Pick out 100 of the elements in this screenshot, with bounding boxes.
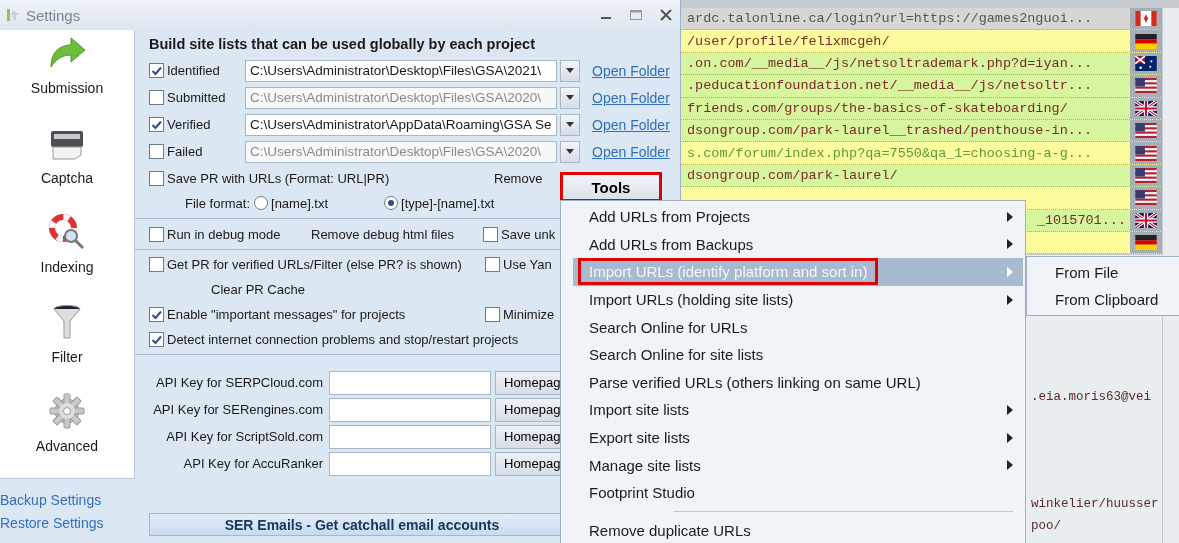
open-folder-link[interactable]: Open Folder bbox=[592, 62, 670, 79]
checkbox-label: Save PR with URLs (Format: URL|PR) bbox=[167, 171, 390, 186]
file-format-label: File format: bbox=[185, 195, 250, 211]
app-icon bbox=[6, 7, 22, 23]
url-row[interactable]: dsongroup.com/park-laurel__trashed/penthouse-in... bbox=[681, 119, 1162, 143]
caret-icon bbox=[566, 122, 574, 127]
api-key-label: API Key for SERPCloud.com bbox=[155, 375, 324, 390]
open-folder-link[interactable]: Open Folder bbox=[592, 116, 670, 133]
caret-icon bbox=[566, 68, 574, 73]
sidebar-item[interactable]: Advanced bbox=[35, 438, 99, 455]
api-key-field[interactable] bbox=[329, 451, 491, 476]
tools-button[interactable]: Tools bbox=[560, 172, 662, 202]
settings-link[interactable]: Backup Settings bbox=[0, 489, 135, 512]
radio-button[interactable] bbox=[384, 196, 399, 210]
homepage-button[interactable]: Homepag bbox=[495, 397, 563, 422]
canada-flag-icon bbox=[1135, 11, 1157, 27]
url-text: ardc.talonline.ca/login?url=https://games2nguoi... bbox=[686, 11, 1094, 27]
homepage-button[interactable]: Homepag bbox=[495, 451, 563, 476]
path-field[interactable]: C:\Users\Administrator\Desktop\Files\GSA\2021\ bbox=[245, 59, 557, 82]
settings-link[interactable]: Restore Settings bbox=[0, 512, 135, 535]
uk-flag-icon bbox=[1135, 212, 1157, 228]
menu-item[interactable]: Add URLs from Projects bbox=[573, 203, 1023, 231]
api-key-field[interactable] bbox=[329, 424, 491, 449]
checkbox-label: Get PR for verified URLs/Filter (else PR? is shown) bbox=[167, 256, 462, 272]
path-field[interactable]: C:\Users\Administrator\AppData\Roaming\GSA Se bbox=[245, 113, 557, 136]
dropdown-button[interactable] bbox=[560, 113, 580, 136]
lifebuoy-magnifier-icon bbox=[47, 213, 87, 252]
usa-flag-icon bbox=[1135, 78, 1157, 94]
checkbox[interactable] bbox=[149, 226, 164, 242]
remove-label: Remove bbox=[494, 171, 543, 186]
api-key-label: API Key for SERengines.com bbox=[152, 402, 324, 417]
gear-icon bbox=[47, 392, 87, 431]
germany-flag-icon bbox=[1135, 33, 1157, 49]
url-text: friends.com/groups/the-basics-of-skateboarding/ bbox=[686, 100, 1069, 116]
checkbox-label: Submitted bbox=[167, 90, 226, 105]
checkbox-label: Use Yan bbox=[503, 256, 552, 272]
homepage-button[interactable]: Homepag bbox=[495, 370, 563, 395]
menu-item[interactable]: Add URLs from Backups bbox=[573, 230, 1023, 259]
sidebar-item[interactable]: Filter bbox=[51, 348, 83, 365]
scrollbar[interactable] bbox=[1162, 8, 1179, 255]
sidebar-item[interactable]: Indexing bbox=[40, 259, 94, 276]
sidebar-item[interactable]: Captcha bbox=[40, 169, 94, 186]
url-row[interactable]: dsongroup.com/park-laurel/ bbox=[681, 164, 1162, 188]
api-key-label: API Key for ScriptSold.com bbox=[165, 429, 324, 444]
checkbox[interactable] bbox=[149, 256, 164, 272]
api-key-label: API Key for AccuRanker bbox=[182, 456, 324, 471]
url-row[interactable]: .on.com/__media__/js/netsoltrademark.php?d=iyan... bbox=[681, 52, 1162, 76]
usa-flag-icon bbox=[1135, 167, 1157, 183]
radio-label: [name].txt bbox=[271, 195, 329, 211]
dropdown-button[interactable] bbox=[560, 86, 580, 109]
log-line: poo/ bbox=[1031, 519, 1061, 533]
menu-item[interactable]: Import URLs (holding site lists) bbox=[573, 285, 1023, 314]
menu-item[interactable]: Export site lists bbox=[573, 423, 1023, 452]
checkbox[interactable] bbox=[149, 171, 164, 186]
api-key-field[interactable] bbox=[329, 397, 491, 422]
maximize-icon[interactable] bbox=[628, 7, 644, 23]
checkbox[interactable] bbox=[149, 117, 164, 132]
close-icon[interactable] bbox=[658, 7, 674, 23]
dropdown-button[interactable] bbox=[560, 140, 580, 163]
menu-item[interactable]: Parse verified URLs (others linking on same URL) bbox=[573, 368, 1023, 397]
url-text: s.com/forum/index.php?qa=7550&qa_1=choosing-a-g... bbox=[686, 145, 1094, 161]
usa-flag-icon bbox=[1135, 190, 1157, 206]
remove-debug-button[interactable]: Remove debug html files bbox=[311, 226, 483, 242]
sidebar-item[interactable]: Submission bbox=[30, 80, 104, 96]
checkbox[interactable] bbox=[149, 63, 164, 78]
url-text: .on.com/__media__/js/netsoltrademark.php?d=iyan... bbox=[686, 55, 1094, 71]
menu-item[interactable]: From File bbox=[1055, 258, 1179, 286]
url-row[interactable]: .peducationfoundation.net/__media__/js/netsoltr... bbox=[681, 75, 1162, 98]
radio-label: [type]-[name].txt bbox=[401, 195, 495, 211]
checkbox-label: Save unk bbox=[501, 226, 556, 242]
caret-icon bbox=[566, 149, 574, 154]
homepage-button[interactable]: Homepag bbox=[495, 424, 563, 449]
checkbox[interactable] bbox=[149, 306, 164, 322]
url-row[interactable]: /user/profile/felixmcgeh/ bbox=[681, 30, 1162, 53]
menu-item[interactable]: From Clipboard bbox=[1055, 286, 1179, 314]
menu-item[interactable]: Import site lists bbox=[573, 396, 1023, 424]
menu-item[interactable]: Search Online for site lists bbox=[573, 340, 1023, 369]
menu-item[interactable]: Manage site lists bbox=[573, 451, 1023, 479]
menu-item[interactable]: Search Online for URLs bbox=[573, 313, 1023, 341]
germany-flag-icon bbox=[1135, 235, 1157, 251]
uk-flag-icon bbox=[1135, 100, 1157, 116]
url-row[interactable]: ardc.talonline.ca/login?url=https://games2nguoi... bbox=[681, 8, 1162, 31]
url-row[interactable]: friends.com/groups/the-basics-of-skateboarding/ bbox=[681, 97, 1162, 120]
api-key-field[interactable] bbox=[329, 370, 491, 395]
clear-cache-button[interactable]: Clear PR Cache bbox=[211, 281, 305, 297]
dropdown-button[interactable] bbox=[560, 59, 580, 82]
checkbox[interactable] bbox=[149, 331, 164, 347]
usa-flag-icon bbox=[1135, 145, 1157, 161]
log-line: winkelier/huusser bbox=[1031, 497, 1159, 511]
menu-item[interactable]: Remove duplicate URLs bbox=[573, 516, 1023, 543]
caret-icon bbox=[566, 95, 574, 100]
checkbox[interactable] bbox=[483, 226, 498, 242]
checkbox-label: Minimize bbox=[503, 306, 555, 322]
menu-item[interactable]: Footprint Studio bbox=[573, 478, 1023, 507]
window-title: Settings bbox=[26, 6, 82, 24]
checkbox[interactable] bbox=[485, 256, 500, 272]
checkbox-label: Detect internet connection problems and stop/restart projects bbox=[167, 331, 519, 347]
log-line: .eia.moris63@vei bbox=[1031, 390, 1152, 404]
checkbox[interactable] bbox=[485, 306, 500, 322]
radio-button[interactable] bbox=[254, 196, 268, 210]
